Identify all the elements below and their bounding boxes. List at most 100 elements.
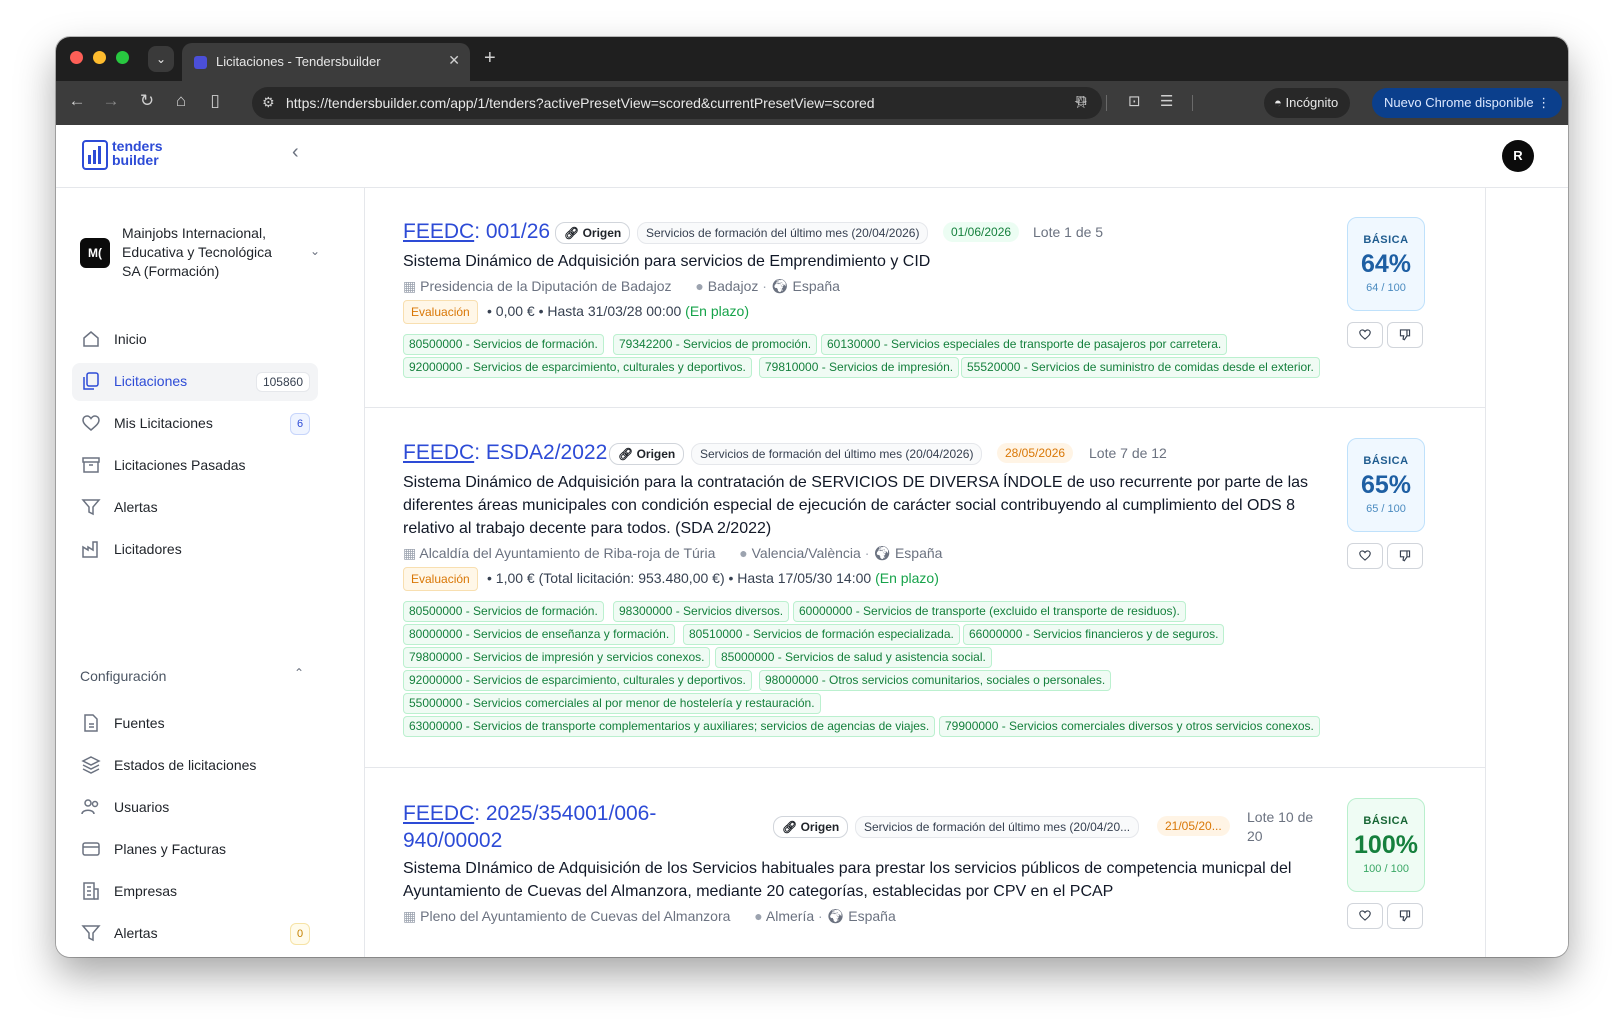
extensions-icon[interactable]: ⧉ bbox=[1076, 92, 1087, 109]
dislike-button[interactable] bbox=[1387, 903, 1423, 929]
cpv-tag: 60000000 - Servicios de transporte (excl… bbox=[793, 601, 1186, 622]
dislike-button[interactable] bbox=[1387, 543, 1423, 569]
dislike-button[interactable] bbox=[1387, 322, 1423, 348]
reload-icon[interactable]: ↻ bbox=[136, 91, 158, 111]
sidebar-item-estados[interactable]: Estados de licitaciones bbox=[72, 747, 318, 785]
sidebar-item-label: Planes y Facturas bbox=[114, 841, 227, 857]
heart-icon bbox=[82, 415, 100, 431]
building-icon bbox=[83, 882, 99, 900]
maximize-window-button[interactable] bbox=[116, 51, 129, 64]
users-icon bbox=[81, 799, 99, 815]
tender-title[interactable]: Sistema Dinámico de Adquisición para la … bbox=[403, 471, 1323, 540]
source-chip: Servicios de formación del último mes (2… bbox=[691, 443, 983, 465]
score-value: 65% bbox=[1360, 471, 1412, 499]
cpv-tag: 92000000 - Servicios de esparcimiento, c… bbox=[403, 670, 752, 691]
source-chip: Servicios de formación del último mes (2… bbox=[855, 816, 1140, 838]
location-pin-icon: ● bbox=[754, 908, 763, 924]
tendersbuilder-logo-icon[interactable] bbox=[80, 139, 112, 171]
origin-link[interactable]: 🔗︎ Origen bbox=[773, 816, 849, 838]
status-badge: Evaluación bbox=[403, 300, 478, 324]
filter-icon bbox=[81, 499, 101, 516]
incognito-button[interactable]: ◓ Incógnito bbox=[1264, 88, 1351, 118]
heart-icon bbox=[1359, 329, 1371, 340]
browser-toolbar: ← → ↻ ⌂ ▯ ⚙ https://tendersbuilder.com/a… bbox=[56, 81, 1568, 125]
sidebar-item-mis-licitaciones[interactable]: Mis Licitaciones 6 bbox=[72, 405, 318, 443]
source-chip: Servicios de formación del último mes (2… bbox=[637, 222, 929, 244]
tab-close-icon[interactable]: ✕ bbox=[448, 52, 460, 69]
tender-code: : 001/26 bbox=[474, 220, 551, 243]
favorite-button[interactable] bbox=[1347, 903, 1383, 929]
side-panel-icon[interactable]: ▯ bbox=[204, 91, 226, 111]
close-window-button[interactable] bbox=[70, 51, 83, 64]
home-icon bbox=[83, 331, 99, 347]
config-section-title[interactable]: Configuración bbox=[80, 668, 166, 684]
score-subtext: 65 / 100 bbox=[1366, 503, 1406, 515]
screenshot-icon[interactable]: ⊡ bbox=[1128, 92, 1141, 110]
sidebar-item-label: Mis Licitaciones bbox=[114, 415, 213, 431]
sidebar-item-alertas[interactable]: Alertas bbox=[72, 489, 318, 527]
score-value: 64% bbox=[1360, 250, 1412, 278]
organization-selector[interactable]: M( Mainjobs Internacional, Educativa y T… bbox=[80, 224, 320, 288]
lote-label: Lote 7 de 12 bbox=[1089, 445, 1167, 461]
tender-country: España bbox=[894, 545, 943, 561]
cpv-tag: 63000000 - Servicios de transporte compl… bbox=[403, 716, 936, 737]
tab-title: Licitaciones - Tendersbuilder bbox=[216, 54, 381, 69]
sidebar-item-planes-facturas[interactable]: Planes y Facturas bbox=[72, 831, 318, 869]
sidebar-item-fuentes[interactable]: Fuentes bbox=[72, 705, 318, 743]
tender-card: FEEDC: ESDA2/2022 🔗︎ Origen Servicios de… bbox=[365, 408, 1485, 768]
favorite-button[interactable] bbox=[1347, 543, 1383, 569]
origin-link[interactable]: 🔗︎ Origen bbox=[555, 222, 631, 244]
address-bar[interactable]: ⚙ https://tendersbuilder.com/app/1/tende… bbox=[252, 87, 1102, 119]
address-url[interactable]: https://tendersbuilder.com/app/1/tenders… bbox=[286, 95, 875, 111]
logo-wordmark[interactable]: tenders builder bbox=[112, 139, 163, 167]
cpv-tag: 85000000 - Servicios de salud y asistenc… bbox=[715, 647, 992, 668]
cpv-tag: 98000000 - Otros servicios comunitarios,… bbox=[759, 670, 1112, 691]
sidebar-item-licitadores[interactable]: Licitadores bbox=[72, 531, 318, 569]
new-tab-icon[interactable]: + bbox=[484, 47, 496, 70]
tender-meta: ▦ Alcaldía del Ayuntamiento de Riba-roja… bbox=[403, 545, 942, 562]
chevron-up-icon[interactable]: ⌃ bbox=[294, 666, 304, 680]
cpv-tag: 55000000 - Servicios comerciales al por … bbox=[403, 693, 821, 714]
browser-tab[interactable]: Licitaciones - Tendersbuilder ✕ bbox=[182, 43, 470, 81]
collapse-sidebar-chevron-icon[interactable]: ‹ bbox=[292, 141, 299, 164]
tender-code-link[interactable]: FEEDC: ESDA2/2022 bbox=[403, 441, 607, 465]
tender-location: Almería bbox=[765, 908, 815, 924]
sidebar-item-inicio[interactable]: Inicio bbox=[72, 321, 318, 359]
tender-title[interactable]: Sistema Dinámico de Adquisición para ser… bbox=[403, 250, 1323, 273]
tender-location: Valencia/València bbox=[751, 545, 861, 561]
sidebar-item-licitaciones-pasadas[interactable]: Licitaciones Pasadas bbox=[72, 447, 318, 485]
score-value: 100% bbox=[1354, 831, 1418, 859]
back-arrow-icon[interactable]: ← bbox=[66, 91, 88, 111]
sidebar-item-empresas[interactable]: Empresas bbox=[72, 873, 318, 911]
origin-link[interactable]: 🔗︎ Origen bbox=[609, 443, 685, 465]
tender-source: FEEDC bbox=[403, 220, 475, 243]
tender-card: FEEDC: 2025/354001/006- 940/00002 🔗︎ Orig… bbox=[365, 768, 1485, 957]
lote-text: Lote 10 de bbox=[1247, 809, 1314, 825]
deadline-state: (En plazo) bbox=[685, 303, 749, 319]
tender-meta: ▦ Presidencia de la Diputación de Badajo… bbox=[403, 278, 840, 295]
sidebar-item-label: Estados de licitaciones bbox=[114, 757, 257, 773]
sidebar-item-licitaciones[interactable]: Licitaciones 105860 bbox=[72, 363, 318, 401]
tender-code-link[interactable]: FEEDC: 001/26 bbox=[403, 220, 550, 244]
origin-label: Origen bbox=[800, 820, 840, 834]
tender-code-link[interactable]: FEEDC: 2025/354001/006- 940/00002 bbox=[403, 800, 656, 854]
cpv-tag: 98300000 - Servicios diversos. bbox=[613, 601, 790, 622]
user-avatar[interactable]: R bbox=[1502, 140, 1534, 172]
logo-text-line1: tenders bbox=[112, 138, 163, 154]
sidebar-item-usuarios[interactable]: Usuarios bbox=[72, 789, 318, 827]
minimize-window-button[interactable] bbox=[93, 51, 106, 64]
tab-search-chevron-icon[interactable]: ⌄ bbox=[148, 46, 174, 72]
tender-title[interactable]: Sistema DInámico de Adquisición de los S… bbox=[403, 857, 1323, 903]
building-icon: ▦ bbox=[403, 545, 417, 561]
favorite-button[interactable] bbox=[1347, 322, 1383, 348]
chrome-update-button[interactable]: Nuevo Chrome disponible ⋮ bbox=[1372, 88, 1563, 118]
sidebar-item-config-alertas[interactable]: Alertas 0 bbox=[72, 915, 318, 953]
tender-organism: Alcaldía del Ayuntamiento de Riba-roja d… bbox=[419, 545, 716, 561]
home-icon[interactable]: ⌂ bbox=[170, 91, 192, 111]
reading-mode-icon[interactable]: ☰ bbox=[1160, 92, 1173, 110]
incognito-icon: ◓ bbox=[1274, 95, 1282, 110]
site-settings-icon[interactable]: ⚙ bbox=[262, 94, 275, 111]
chevron-down-icon: ⌄ bbox=[309, 244, 320, 258]
forward-arrow-icon[interactable]: → bbox=[100, 91, 122, 111]
globe-icon: 🌍︎ bbox=[873, 545, 892, 561]
